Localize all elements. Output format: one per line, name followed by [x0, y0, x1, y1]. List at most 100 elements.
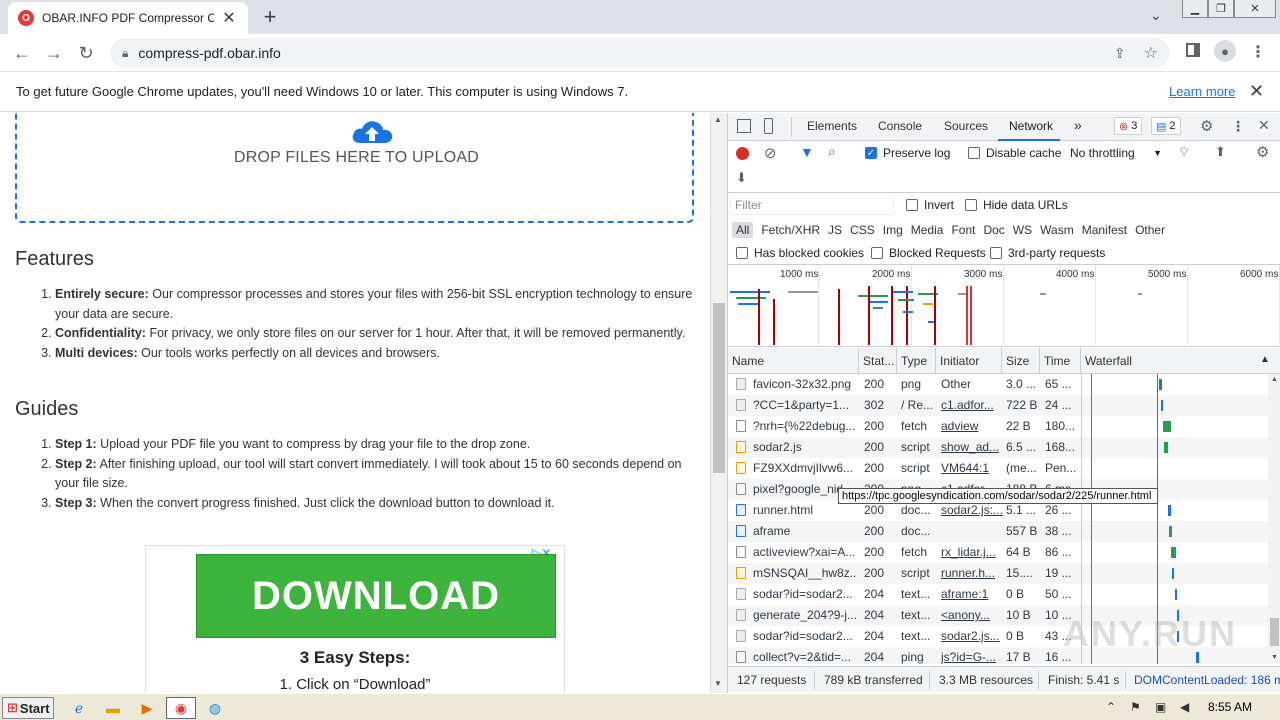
request-name[interactable]: mSNSQAI__hw8z... — [753, 566, 857, 580]
page-scroll-thumb[interactable] — [713, 303, 725, 473]
page-scrollbar[interactable]: ▲ ▼ — [710, 113, 727, 693]
request-initiator[interactable]: c1.adfor... — [941, 398, 1003, 412]
throttling-select[interactable]: No throttling ▼ — [1070, 146, 1162, 160]
request-row[interactable]: ?nrh={%22debug... 200 fetch adview 22 B 180..… — [728, 416, 1268, 437]
hide-data-urls-checkbox[interactable]: Hide data URLs — [965, 198, 1068, 212]
window-close-button[interactable]: ✕ — [1234, 0, 1276, 18]
request-initiator[interactable]: show_ad... — [941, 440, 1003, 454]
column-header-waterfall[interactable]: Waterfall — [1085, 354, 1132, 368]
export-har-icon[interactable]: ⬇ — [736, 170, 747, 186]
invert-box[interactable] — [906, 199, 918, 211]
request-initiator[interactable]: adview — [941, 419, 1003, 433]
bookmark-star-icon[interactable]: ☆ — [1144, 43, 1158, 63]
request-name[interactable]: sodar2.js — [753, 440, 857, 454]
forward-arrow-icon[interactable]: → — [42, 42, 66, 64]
waterfall-bar[interactable] — [1163, 421, 1171, 432]
start-button[interactable]: ⊞ Start — [2, 697, 54, 719]
blocked-requests-checkbox[interactable]: Blocked Requests — [871, 246, 986, 260]
media-player-icon[interactable]: ▶ — [134, 697, 160, 719]
type-filter-font[interactable]: Font — [951, 223, 975, 237]
infobar-close-icon[interactable]: ✕ — [1249, 81, 1264, 102]
request-initiator[interactable]: sodar2.js... — [941, 629, 1003, 643]
filter-input[interactable]: Filter — [730, 197, 894, 215]
request-name[interactable]: generate_204?9-j... — [753, 608, 857, 622]
request-row[interactable]: sodar2.js 200 script show_ad... 6.5 ... 168..… — [728, 437, 1268, 458]
column-header-size[interactable]: Size — [1006, 354, 1029, 368]
settings-gear-icon[interactable]: ⚙ — [1200, 117, 1213, 135]
internet-explorer-icon[interactable]: ℯ — [66, 697, 92, 719]
browser-tab[interactable]: O OBAR.INFO PDF Compressor Online ✕ — [8, 2, 248, 34]
type-filter-media[interactable]: Media — [911, 223, 944, 237]
tab-network[interactable]: Network — [1009, 119, 1053, 133]
chrome-menu-icon[interactable]: ⋮ — [1250, 42, 1266, 62]
waterfall-bar[interactable] — [1172, 568, 1174, 579]
request-initiator[interactable]: VM644:1 — [941, 461, 1003, 475]
url-text[interactable]: compress-pdf.obar.info — [138, 45, 280, 61]
waterfall-bar[interactable] — [1164, 442, 1168, 453]
invert-checkbox[interactable]: Invert — [906, 198, 954, 212]
disable-cache-box[interactable] — [968, 147, 980, 159]
sort-ascending-icon[interactable]: ▲ — [1260, 354, 1270, 365]
request-row[interactable]: ?CC=1&party=1... 302 / Re... c1.adfor... 722… — [728, 395, 1268, 416]
drop-zone[interactable]: DROP FILES HERE TO UPLOAD — [15, 113, 694, 223]
request-initiator[interactable]: aframe:1 — [941, 587, 1003, 601]
request-row[interactable]: sodar?id=sodar2... 204 text... aframe:1 0 B 5… — [728, 584, 1268, 605]
errors-badge[interactable]: ⊗ 3 — [1114, 117, 1143, 135]
device-toolbar-icon[interactable] — [764, 118, 773, 134]
back-arrow-icon[interactable]: ← — [10, 42, 34, 64]
scroll-up-icon[interactable]: ▲ — [714, 115, 722, 124]
tab-close-icon[interactable]: ✕ — [220, 8, 238, 28]
scroll-up-icon[interactable]: ▲ — [1271, 376, 1278, 383]
devtools-menu-icon[interactable]: ⋮ — [1231, 118, 1245, 135]
tab-search-chevron-icon[interactable]: ⌄ — [1150, 7, 1162, 24]
tab-console[interactable]: Console — [878, 119, 922, 133]
column-header-type[interactable]: Type — [901, 354, 927, 368]
type-filter-css[interactable]: CSS — [850, 223, 875, 237]
column-header-status[interactable]: Stat... — [863, 354, 894, 368]
preserve-log-check-icon[interactable]: ✓ — [865, 147, 877, 159]
request-row[interactable]: aframe 200 doc... 557 B 38 ... — [728, 521, 1268, 542]
request-name[interactable]: collect?v=2&tid=... — [753, 650, 857, 664]
inspect-element-icon[interactable] — [737, 119, 751, 133]
table-scroll-thumb[interactable] — [1270, 618, 1279, 646]
waterfall-bar[interactable] — [1168, 505, 1171, 516]
request-row[interactable]: favicon-32x32.png 200 png Other 3.0 ... 65 ..… — [728, 374, 1268, 395]
request-row[interactable]: mSNSQAI__hw8z... 200 script runner.h... 15..… — [728, 563, 1268, 584]
column-header-time[interactable]: Time — [1044, 354, 1070, 368]
file-explorer-icon[interactable]: ▬ — [100, 697, 126, 719]
messages-badge[interactable]: ▤ 2 — [1151, 117, 1181, 135]
network-overview[interactable]: 1000 ms 2000 ms 3000 ms 4000 ms 5000 ms … — [728, 265, 1280, 347]
ad-download-button[interactable]: DOWNLOAD — [196, 554, 556, 638]
request-name[interactable]: runner.html — [753, 503, 857, 517]
waterfall-bar[interactable] — [1171, 547, 1176, 558]
lock-icon[interactable]: 🔒︎ — [122, 46, 128, 61]
preserve-log-checkbox[interactable]: ✓ Preserve log — [865, 146, 950, 160]
tab-sources[interactable]: Sources — [944, 119, 988, 133]
request-name[interactable]: FZ9XXdmvjIlvw6... — [753, 461, 857, 475]
chrome-taskbar-icon[interactable]: ◉ — [166, 697, 196, 719]
edge-icon[interactable]: ◍ — [202, 697, 228, 719]
request-initiator[interactable]: <anony... — [941, 608, 1003, 622]
waterfall-bar[interactable] — [1169, 526, 1172, 537]
more-tabs-icon[interactable]: » — [1074, 117, 1082, 133]
network-conditions-wifi-icon[interactable]: ⌔ — [1178, 144, 1190, 160]
type-filter-doc[interactable]: Doc — [983, 223, 1004, 237]
type-filter-ws[interactable]: WS — [1013, 223, 1032, 237]
column-header-name[interactable]: Name — [732, 354, 764, 368]
request-name[interactable]: ?nrh={%22debug... — [753, 419, 857, 433]
request-name[interactable]: sodar?id=sodar2... — [753, 629, 857, 643]
scroll-down-icon[interactable]: ▼ — [1271, 654, 1278, 661]
hide-data-urls-box[interactable] — [965, 199, 977, 211]
search-icon[interactable]: ⌕ — [828, 143, 836, 160]
blocked-cookies-checkbox[interactable]: Has blocked cookies — [736, 246, 864, 260]
waterfall-bar[interactable] — [1161, 400, 1163, 411]
disable-cache-checkbox[interactable]: Disable cache — [968, 146, 1061, 160]
request-initiator[interactable]: js?id=G-... — [941, 650, 1003, 664]
waterfall-bar[interactable] — [1175, 589, 1177, 600]
type-filter-manifest[interactable]: Manifest — [1082, 223, 1127, 237]
taskbar-clock[interactable]: 8:55 AM — [1208, 700, 1252, 714]
clear-icon[interactable]: ⊘ — [764, 144, 777, 162]
request-name[interactable]: aframe — [753, 524, 857, 538]
request-initiator[interactable]: rx_lidar.j... — [941, 545, 1003, 559]
request-name[interactable]: activeview?xai=A... — [753, 545, 857, 559]
